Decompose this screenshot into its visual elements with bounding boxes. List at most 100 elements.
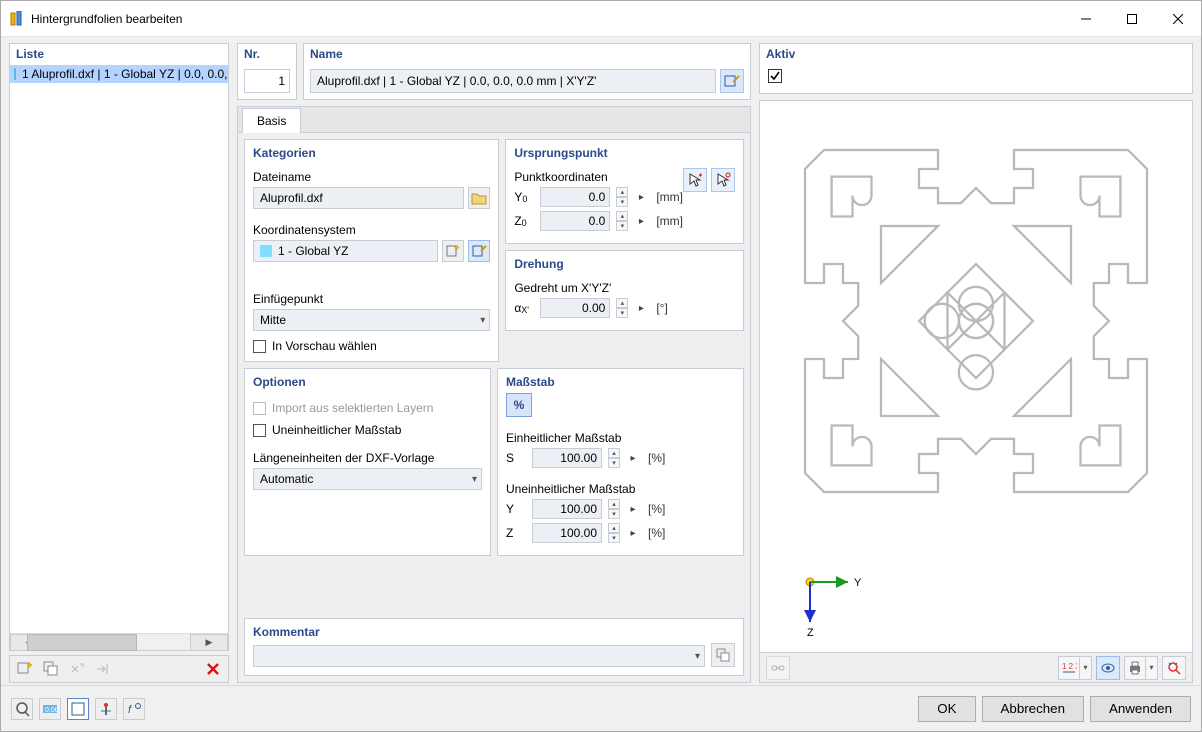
maximize-button[interactable]: [1109, 4, 1155, 34]
z-input[interactable]: 100.00: [532, 523, 602, 543]
add-entry-button[interactable]: [14, 658, 36, 680]
alpha-label: αX': [514, 301, 534, 315]
einh-mass-label: Einheitlicher Maßstab: [506, 431, 735, 445]
z0-spin[interactable]: ▴▾: [616, 211, 628, 231]
liste-toolbar: [9, 655, 229, 683]
koord-label: Koordinatensystem: [253, 223, 490, 237]
dateiname-input[interactable]: Aluprofil.dxf: [253, 187, 464, 209]
liste-scroll-horizontal[interactable]: ◀ ▶: [10, 633, 228, 650]
pick-point-button-1[interactable]: [683, 168, 707, 192]
uneinheitlich-checkbox[interactable]: [253, 424, 266, 437]
aktiv-head: Aktiv: [760, 44, 1192, 65]
dateiname-value: Aluprofil.dxf: [260, 191, 323, 205]
preview-tool-zoom-reset[interactable]: [1162, 656, 1186, 680]
y0-input[interactable]: 0.0: [540, 187, 610, 207]
z-spin[interactable]: ▴▾: [608, 523, 620, 543]
scroll-thumb[interactable]: [27, 634, 137, 651]
vorschau-check[interactable]: In Vorschau wählen: [253, 339, 490, 353]
y0-spin[interactable]: ▴▾: [616, 187, 628, 207]
tab-basis[interactable]: Basis: [242, 108, 301, 133]
preview-tool-link[interactable]: [766, 656, 790, 680]
preview-panel: Y Z 1 2 3 ▾: [759, 100, 1193, 683]
profile-svg: [786, 131, 1166, 511]
preview-toolbar: 1 2 3 ▾ ▾: [760, 652, 1192, 682]
svg-text:0,00: 0,00: [45, 707, 58, 714]
nr-input[interactable]: 1: [244, 69, 290, 93]
ok-button[interactable]: OK: [918, 696, 975, 722]
nr-value: 1: [278, 74, 285, 88]
vorschau-checkbox[interactable]: [253, 340, 266, 353]
footer-view-2-button[interactable]: [95, 698, 117, 720]
y-input[interactable]: 100.00: [532, 499, 602, 519]
s-spin[interactable]: ▴▾: [608, 448, 620, 468]
kommentar-panel: Kommentar ▾: [244, 618, 744, 676]
close-button[interactable]: [1155, 4, 1201, 34]
z-arrow[interactable]: ▸: [626, 523, 640, 543]
einfuege-value: Mitte: [260, 313, 286, 327]
kommentar-copy-button[interactable]: [711, 643, 735, 667]
y0-arrow[interactable]: ▸: [634, 187, 648, 207]
tool-b-button[interactable]: [92, 658, 114, 680]
aktiv-checkbox[interactable]: [768, 69, 782, 83]
window-title: Hintergrundfolien bearbeiten: [31, 12, 1063, 26]
preview-canvas[interactable]: Y Z: [760, 101, 1192, 652]
name-input[interactable]: Aluprofil.dxf | 1 - Global YZ | 0.0, 0.0…: [310, 69, 716, 93]
name-value: Aluprofil.dxf | 1 - Global YZ | 0.0, 0.0…: [317, 74, 596, 88]
copy-entry-button[interactable]: [40, 658, 62, 680]
z0-arrow[interactable]: ▸: [634, 211, 648, 231]
einfuege-label: Einfügepunkt: [253, 292, 490, 306]
koord-value: 1 - Global YZ: [278, 244, 348, 258]
einfuege-combo[interactable]: Mitte ▾: [253, 309, 490, 331]
footer-help-button[interactable]: [11, 698, 33, 720]
massstab-panel: Maßstab % Einheitlicher Maßstab S 100.00…: [497, 368, 744, 556]
kommentar-combo[interactable]: ▾: [253, 645, 705, 667]
footer-tool-fx-button[interactable]: f: [123, 698, 145, 720]
y0-unit: [mm]: [656, 190, 683, 204]
koord-new-button[interactable]: [442, 240, 464, 262]
footer-units-button[interactable]: 0,00: [39, 698, 61, 720]
laenge-combo[interactable]: Automatic ▾: [253, 468, 482, 490]
s-label: S: [506, 451, 526, 465]
kategorien-panel: Kategorien Dateiname Aluprofil.dxf Koord…: [244, 139, 499, 362]
z0-input[interactable]: 0.0: [540, 211, 610, 231]
alpha-arrow[interactable]: ▸: [634, 298, 648, 318]
drehung-head: Drehung: [514, 255, 735, 275]
ursprung-panel: Ursprungspunkt Punktkoordinaten Y0 0.0 ▴…: [505, 139, 744, 244]
koord-edit-button[interactable]: [468, 240, 490, 262]
scroll-right-button[interactable]: ▶: [190, 634, 228, 651]
svg-text:f: f: [128, 704, 132, 716]
dateiname-browse-button[interactable]: [468, 187, 490, 209]
uneinheitlich-check[interactable]: Uneinheitlicher Maßstab: [253, 423, 482, 437]
unein-mass-label: Uneinheitlicher Maßstab: [506, 482, 735, 496]
aktiv-panel: Aktiv: [759, 43, 1193, 94]
optionen-head: Optionen: [253, 373, 482, 393]
alpha-spin[interactable]: ▴▾: [616, 298, 628, 318]
vorschau-check-label: In Vorschau wählen: [272, 339, 377, 353]
koord-input[interactable]: 1 - Global YZ: [253, 240, 438, 262]
footer-view-1-button[interactable]: [67, 698, 89, 720]
apply-button[interactable]: Anwenden: [1090, 696, 1191, 722]
z0-unit: [mm]: [656, 214, 683, 228]
import-layers-label: Import aus selektierten Layern: [272, 401, 433, 415]
minimize-button[interactable]: [1063, 4, 1109, 34]
ursprung-head: Ursprungspunkt: [514, 144, 735, 164]
dateiname-label: Dateiname: [253, 170, 490, 184]
s-arrow[interactable]: ▸: [626, 448, 640, 468]
y-spin[interactable]: ▴▾: [608, 499, 620, 519]
s-input[interactable]: 100.00: [532, 448, 602, 468]
svg-text:1 2 3: 1 2 3: [1062, 662, 1077, 671]
preview-tool-numbering[interactable]: 1 2 3 ▾: [1058, 656, 1092, 680]
nr-panel: Nr. 1: [237, 43, 297, 100]
liste-item[interactable]: 1 Aluprofil.dxf | 1 - Global YZ | 0.0, 0…: [10, 65, 228, 83]
tool-a-button[interactable]: [66, 658, 88, 680]
alpha-input[interactable]: 0.00: [540, 298, 610, 318]
cancel-button[interactable]: Abbrechen: [982, 696, 1084, 722]
name-edit-button[interactable]: [720, 69, 744, 93]
preview-tool-show[interactable]: [1096, 656, 1120, 680]
percent-toggle-button[interactable]: %: [506, 393, 532, 417]
y-arrow[interactable]: ▸: [626, 499, 640, 519]
preview-tool-print[interactable]: ▾: [1124, 656, 1158, 680]
delete-entry-button[interactable]: [202, 658, 224, 680]
y-label: Y: [506, 502, 526, 516]
pick-point-button-2[interactable]: [711, 168, 735, 192]
